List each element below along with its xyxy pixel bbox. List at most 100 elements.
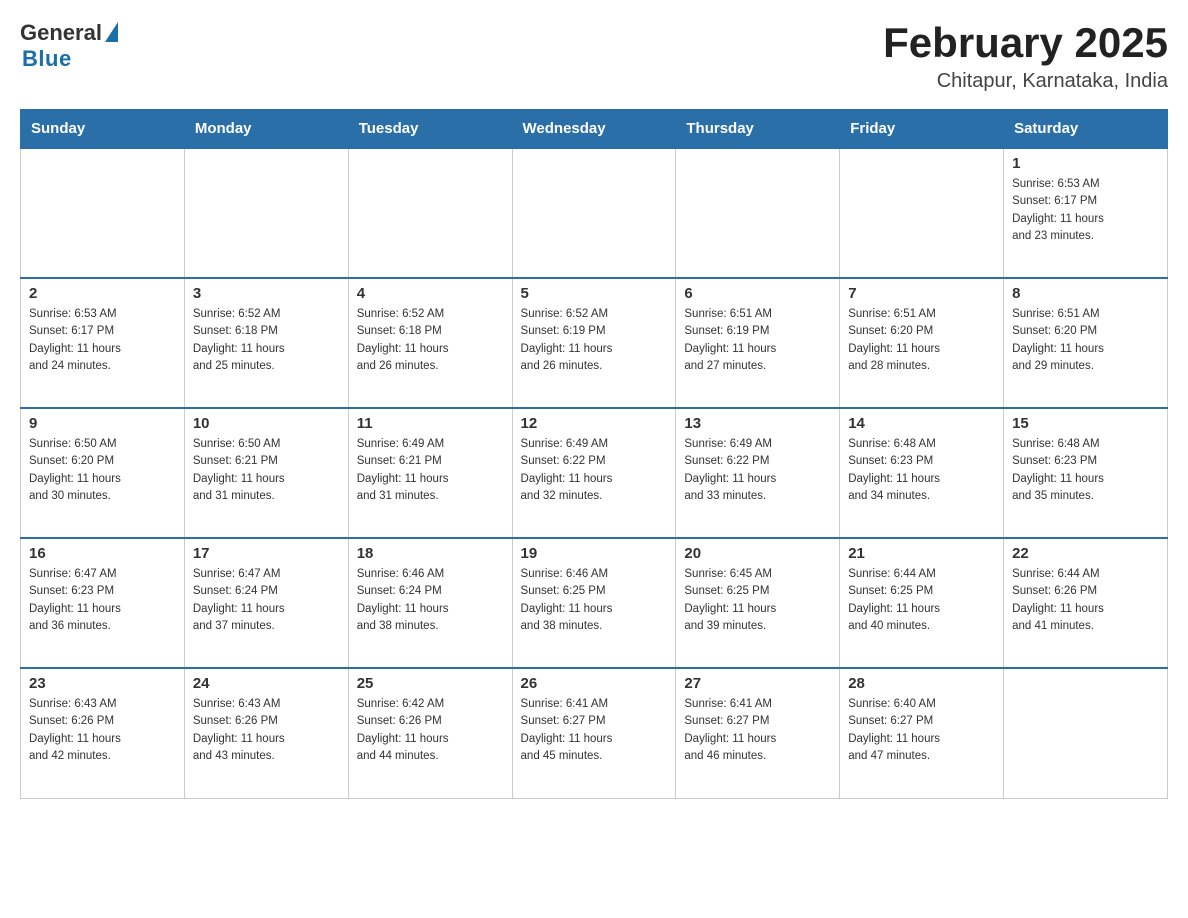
- day-number: 18: [357, 545, 504, 562]
- day-info: Sunrise: 6:49 AMSunset: 6:21 PMDaylight:…: [357, 436, 504, 505]
- day-info: Sunrise: 6:41 AMSunset: 6:27 PMDaylight:…: [521, 696, 668, 765]
- day-number: 21: [848, 545, 995, 562]
- weekday-header-sunday: Sunday: [21, 110, 185, 149]
- day-info: Sunrise: 6:43 AMSunset: 6:26 PMDaylight:…: [29, 696, 176, 765]
- day-info: Sunrise: 6:48 AMSunset: 6:23 PMDaylight:…: [1012, 436, 1159, 505]
- day-number: 26: [521, 675, 668, 692]
- logo: General Blue: [20, 20, 118, 72]
- day-info: Sunrise: 6:46 AMSunset: 6:24 PMDaylight:…: [357, 566, 504, 635]
- calendar-cell: 12Sunrise: 6:49 AMSunset: 6:22 PMDayligh…: [512, 408, 676, 538]
- calendar-cell: 16 Sunrise: 6:47 AMSunset: 6:23 PMDayligh…: [21, 538, 185, 668]
- calendar-cell: 15 Sunrise: 6:48 AMSunset: 6:23 PMDayligh…: [1004, 408, 1168, 538]
- day-info: Sunrise: 6:44 AMSunset: 6:26 PMDaylight:…: [1012, 566, 1159, 635]
- calendar-cell: 14 Sunrise: 6:48 AMSunset: 6:23 PMDayligh…: [840, 408, 1004, 538]
- day-info: Sunrise: 6:49 AMSunset: 6:22 PMDaylight:…: [684, 436, 831, 505]
- day-number: 3: [193, 285, 340, 302]
- calendar-cell: 6 Sunrise: 6:51 AMSunset: 6:19 PMDaylight…: [676, 278, 840, 408]
- day-info: Sunrise: 6:52 AMSunset: 6:19 PMDaylight:…: [521, 306, 668, 375]
- logo-text-blue: Blue: [22, 46, 72, 72]
- day-number: 16: [29, 545, 176, 562]
- day-info: Sunrise: 6:51 AMSunset: 6:20 PMDaylight:…: [848, 306, 995, 375]
- day-info: Sunrise: 6:51 AMSunset: 6:20 PMDaylight:…: [1012, 306, 1159, 375]
- page-header: General Blue February 2025 Chitapur, Kar…: [20, 20, 1168, 93]
- day-number: 19: [521, 545, 668, 562]
- day-info: Sunrise: 6:52 AMSunset: 6:18 PMDaylight:…: [357, 306, 504, 375]
- calendar-cell: [1004, 668, 1168, 798]
- week-row-3: 9 Sunrise: 6:50 AMSunset: 6:20 PMDaylight…: [21, 408, 1168, 538]
- day-number: 11: [357, 415, 504, 432]
- calendar-cell: [512, 148, 676, 278]
- day-number: 15: [1012, 415, 1159, 432]
- title-area: February 2025 Chitapur, Karnataka, India: [883, 20, 1168, 93]
- calendar-cell: 17 Sunrise: 6:47 AMSunset: 6:24 PMDayligh…: [184, 538, 348, 668]
- calendar-cell: 2 Sunrise: 6:53 AMSunset: 6:17 PMDaylight…: [21, 278, 185, 408]
- week-row-5: 23 Sunrise: 6:43 AMSunset: 6:26 PMDayligh…: [21, 668, 1168, 798]
- day-info: Sunrise: 6:51 AMSunset: 6:19 PMDaylight:…: [684, 306, 831, 375]
- month-year-title: February 2025: [883, 20, 1168, 66]
- calendar-cell: 27 Sunrise: 6:41 AMSunset: 6:27 PMDayligh…: [676, 668, 840, 798]
- calendar-cell: 1 Sunrise: 6:53 AMSunset: 6:17 PMDaylight…: [1004, 148, 1168, 278]
- calendar-cell: 3Sunrise: 6:52 AMSunset: 6:18 PMDaylight…: [184, 278, 348, 408]
- day-number: 27: [684, 675, 831, 692]
- calendar-cell: [184, 148, 348, 278]
- calendar-cell: 10 Sunrise: 6:50 AMSunset: 6:21 PMDayligh…: [184, 408, 348, 538]
- day-number: 10: [193, 415, 340, 432]
- logo-text-general: General: [20, 20, 102, 46]
- day-number: 9: [29, 415, 176, 432]
- calendar-cell: 7 Sunrise: 6:51 AMSunset: 6:20 PMDaylight…: [840, 278, 1004, 408]
- weekday-header-monday: Monday: [184, 110, 348, 149]
- calendar-cell: 24Sunrise: 6:43 AMSunset: 6:26 PMDayligh…: [184, 668, 348, 798]
- day-info: Sunrise: 6:53 AMSunset: 6:17 PMDaylight:…: [29, 306, 176, 375]
- day-info: Sunrise: 6:47 AMSunset: 6:23 PMDaylight:…: [29, 566, 176, 635]
- calendar-cell: [21, 148, 185, 278]
- day-number: 22: [1012, 545, 1159, 562]
- day-number: 2: [29, 285, 176, 302]
- day-number: 20: [684, 545, 831, 562]
- week-row-4: 16 Sunrise: 6:47 AMSunset: 6:23 PMDayligh…: [21, 538, 1168, 668]
- calendar-table: SundayMondayTuesdayWednesdayThursdayFrid…: [20, 109, 1168, 799]
- day-info: Sunrise: 6:48 AMSunset: 6:23 PMDaylight:…: [848, 436, 995, 505]
- day-number: 17: [193, 545, 340, 562]
- logo-triangle-icon: [105, 22, 118, 42]
- weekday-header-thursday: Thursday: [676, 110, 840, 149]
- weekday-header-friday: Friday: [840, 110, 1004, 149]
- day-number: 4: [357, 285, 504, 302]
- day-number: 25: [357, 675, 504, 692]
- day-number: 7: [848, 285, 995, 302]
- day-info: Sunrise: 6:50 AMSunset: 6:21 PMDaylight:…: [193, 436, 340, 505]
- calendar-cell: 28Sunrise: 6:40 AMSunset: 6:27 PMDayligh…: [840, 668, 1004, 798]
- calendar-cell: 18 Sunrise: 6:46 AMSunset: 6:24 PMDayligh…: [348, 538, 512, 668]
- day-number: 6: [684, 285, 831, 302]
- day-number: 23: [29, 675, 176, 692]
- calendar-cell: 26 Sunrise: 6:41 AMSunset: 6:27 PMDayligh…: [512, 668, 676, 798]
- calendar-cell: 11 Sunrise: 6:49 AMSunset: 6:21 PMDayligh…: [348, 408, 512, 538]
- calendar-cell: 25Sunrise: 6:42 AMSunset: 6:26 PMDayligh…: [348, 668, 512, 798]
- calendar-cell: [676, 148, 840, 278]
- day-info: Sunrise: 6:40 AMSunset: 6:27 PMDaylight:…: [848, 696, 995, 765]
- calendar-cell: 4 Sunrise: 6:52 AMSunset: 6:18 PMDaylight…: [348, 278, 512, 408]
- calendar-cell: 22 Sunrise: 6:44 AMSunset: 6:26 PMDayligh…: [1004, 538, 1168, 668]
- day-info: Sunrise: 6:47 AMSunset: 6:24 PMDaylight:…: [193, 566, 340, 635]
- weekday-header-row: SundayMondayTuesdayWednesdayThursdayFrid…: [21, 110, 1168, 149]
- day-number: 14: [848, 415, 995, 432]
- day-info: Sunrise: 6:41 AMSunset: 6:27 PMDaylight:…: [684, 696, 831, 765]
- day-info: Sunrise: 6:49 AMSunset: 6:22 PMDaylight:…: [521, 436, 668, 505]
- calendar-cell: 9 Sunrise: 6:50 AMSunset: 6:20 PMDaylight…: [21, 408, 185, 538]
- week-row-2: 2 Sunrise: 6:53 AMSunset: 6:17 PMDaylight…: [21, 278, 1168, 408]
- day-info: Sunrise: 6:44 AMSunset: 6:25 PMDaylight:…: [848, 566, 995, 635]
- day-number: 1: [1012, 155, 1159, 172]
- day-number: 24: [193, 675, 340, 692]
- weekday-header-tuesday: Tuesday: [348, 110, 512, 149]
- day-info: Sunrise: 6:46 AMSunset: 6:25 PMDaylight:…: [521, 566, 668, 635]
- calendar-cell: 23 Sunrise: 6:43 AMSunset: 6:26 PMDayligh…: [21, 668, 185, 798]
- calendar-cell: 13 Sunrise: 6:49 AMSunset: 6:22 PMDayligh…: [676, 408, 840, 538]
- calendar-cell: 5Sunrise: 6:52 AMSunset: 6:19 PMDaylight…: [512, 278, 676, 408]
- day-info: Sunrise: 6:50 AMSunset: 6:20 PMDaylight:…: [29, 436, 176, 505]
- weekday-header-wednesday: Wednesday: [512, 110, 676, 149]
- day-number: 8: [1012, 285, 1159, 302]
- calendar-cell: [348, 148, 512, 278]
- day-info: Sunrise: 6:45 AMSunset: 6:25 PMDaylight:…: [684, 566, 831, 635]
- day-info: Sunrise: 6:53 AMSunset: 6:17 PMDaylight:…: [1012, 176, 1159, 245]
- day-number: 13: [684, 415, 831, 432]
- location-subtitle: Chitapur, Karnataka, India: [883, 70, 1168, 93]
